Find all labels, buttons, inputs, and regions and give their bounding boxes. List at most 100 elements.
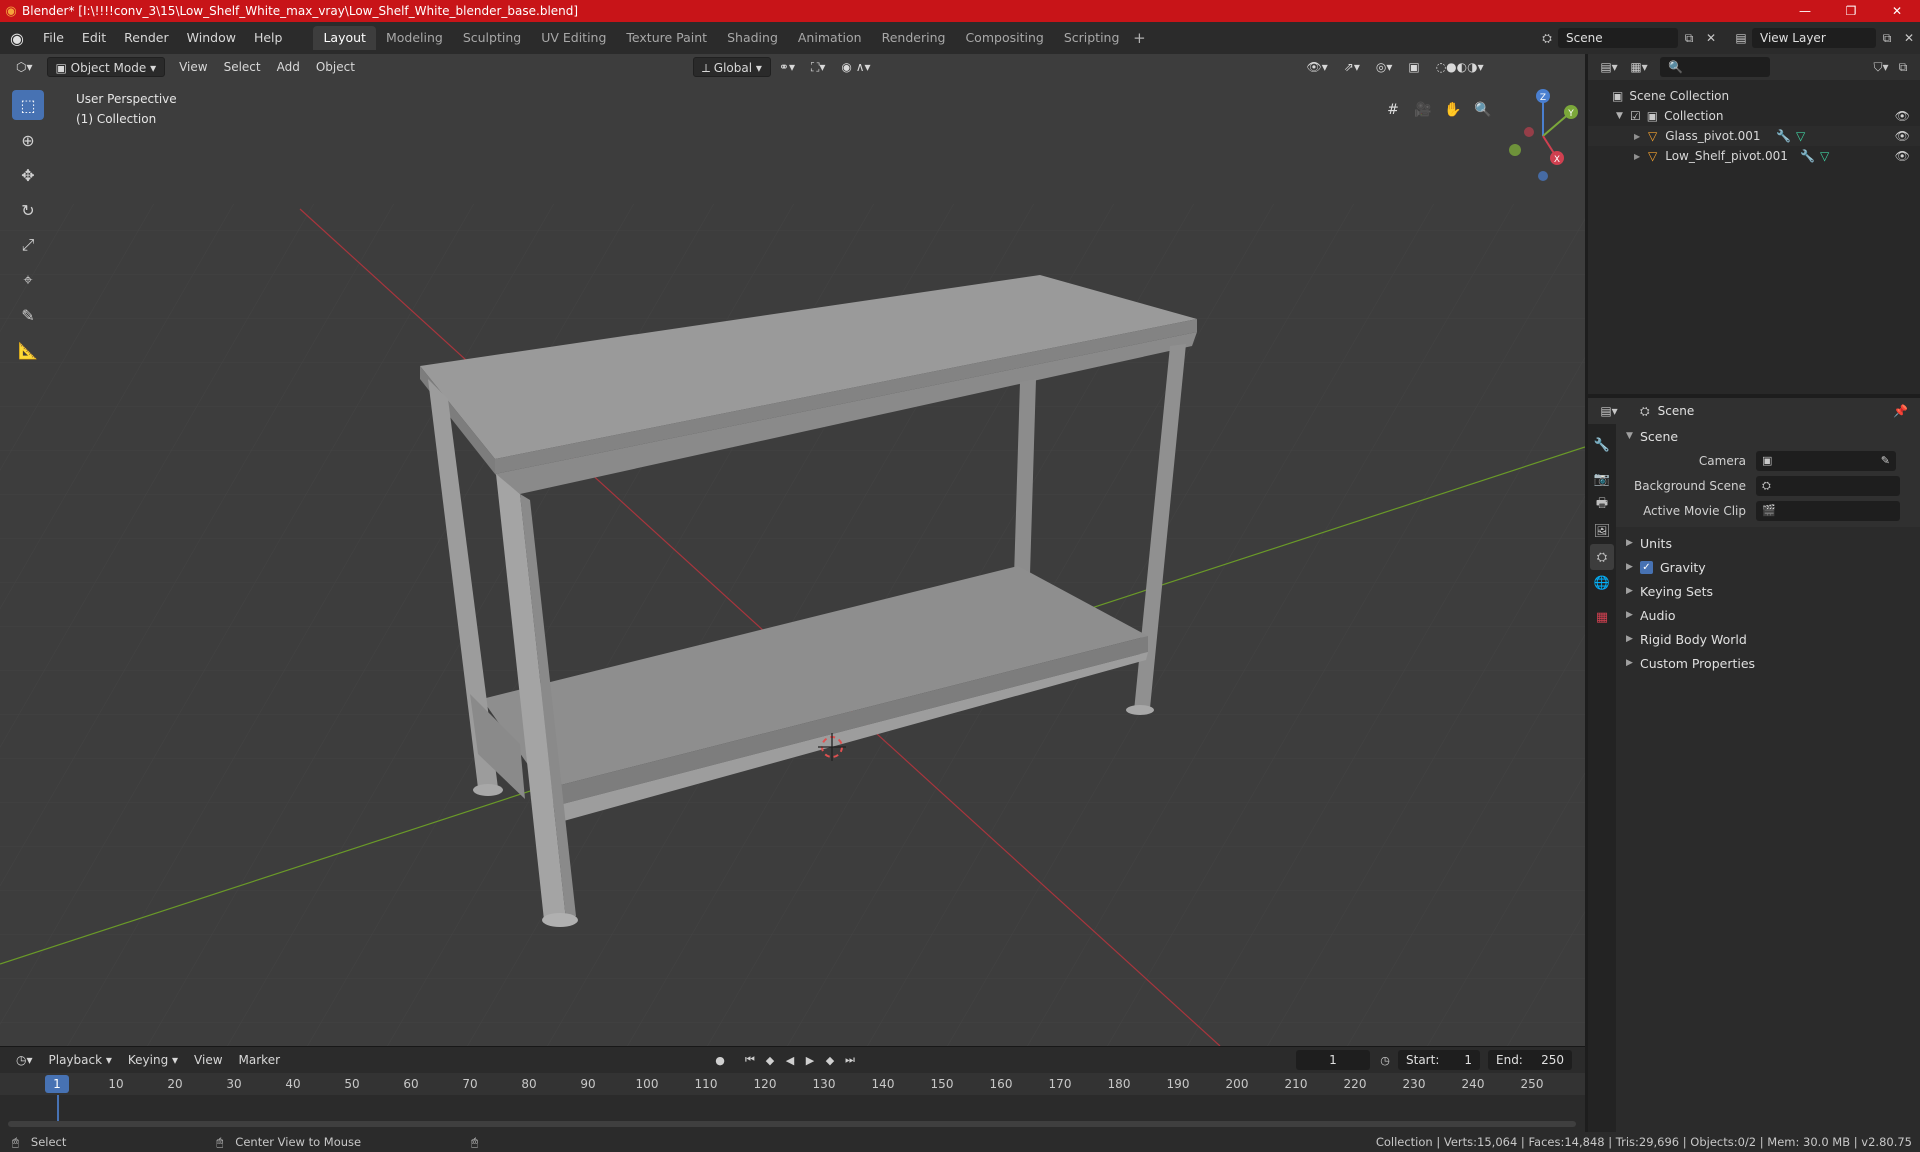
pin-icon[interactable]: 📌: [1893, 404, 1908, 418]
outliner-object-row[interactable]: ▶ ▽ Glass_pivot.001 🔧 ▽ 👁: [1588, 126, 1920, 146]
axis-gizmo[interactable]: Z Y X: [1503, 86, 1585, 186]
display-mode-icon[interactable]: ▦▾: [1628, 57, 1650, 77]
scene-collection-row[interactable]: ▣ Scene Collection: [1588, 86, 1920, 106]
record-icon[interactable]: ●: [710, 1050, 730, 1070]
collection-row[interactable]: ▼ ☑ ▣ Collection 👁: [1588, 106, 1920, 126]
zoom-view-icon[interactable]: 🔍: [1469, 96, 1497, 124]
outliner-search-input[interactable]: 🔍: [1660, 57, 1770, 77]
tab-shading[interactable]: Shading: [717, 26, 788, 50]
scene-tab-icon[interactable]: ⛭: [1590, 544, 1614, 570]
current-frame-marker[interactable]: 1: [45, 1075, 69, 1093]
properties-editor-type-icon[interactable]: ▤▾: [1598, 401, 1620, 421]
gizmo-toggle-icon[interactable]: ⇗▾: [1336, 57, 1368, 77]
world-tab-icon[interactable]: 🌐: [1590, 570, 1614, 596]
object-expand-icon[interactable]: ▶: [1634, 132, 1648, 141]
scene-panel-header[interactable]: ▼ Scene: [1616, 424, 1920, 448]
minimize-button[interactable]: —: [1782, 0, 1828, 22]
modifier-wrench-icon[interactable]: 🔧: [1776, 129, 1791, 143]
toggle-camera-grid-icon[interactable]: #: [1379, 96, 1407, 124]
menu-keying[interactable]: Keying ▾: [120, 1050, 186, 1070]
tab-modeling[interactable]: Modeling: [376, 26, 453, 50]
end-frame-field[interactable]: End: 250: [1488, 1050, 1572, 1070]
jump-keyframe-back-icon[interactable]: ◆: [760, 1050, 780, 1070]
timeline-track[interactable]: [0, 1095, 1585, 1133]
menu-file[interactable]: File: [34, 27, 73, 49]
play-icon[interactable]: ▶: [800, 1050, 820, 1070]
output-tab-icon[interactable]: 🖶: [1590, 492, 1614, 518]
tab-layout[interactable]: Layout: [313, 26, 376, 50]
background-scene-field[interactable]: ⛭: [1756, 475, 1900, 496]
visibility-icon[interactable]: 👁▾: [1299, 57, 1336, 77]
annotate-tool-icon[interactable]: ✎: [12, 300, 44, 330]
xray-toggle-icon[interactable]: ▣: [1400, 57, 1427, 77]
outliner-editor-type-icon[interactable]: ▤▾: [1598, 57, 1620, 77]
snap-icon[interactable]: ⛶▾: [803, 57, 833, 77]
maximize-button[interactable]: ❐: [1828, 0, 1874, 22]
menu-help[interactable]: Help: [245, 27, 292, 49]
tab-texture-paint[interactable]: Texture Paint: [616, 26, 717, 50]
audio-panel-header[interactable]: ▶ Audio: [1616, 603, 1920, 627]
menu-window[interactable]: Window: [178, 27, 245, 49]
menu-playback[interactable]: Playback ▾: [41, 1050, 120, 1070]
scene-browse-icon[interactable]: ⛭: [1536, 28, 1558, 48]
object-visibility-eye-icon[interactable]: 👁: [1895, 149, 1910, 163]
view-layer-tab-icon[interactable]: 🖼: [1590, 518, 1614, 544]
editor-type-icon[interactable]: ⬡▾: [8, 57, 41, 77]
custom-properties-panel-header[interactable]: ▶ Custom Properties: [1616, 651, 1920, 675]
frame-ruler[interactable]: 1 10 20 30 40 50 60 70 80 90 100 110 120 130 140 150 160…: [0, 1073, 1585, 1095]
measure-tool-icon[interactable]: 📐: [12, 335, 44, 365]
viewport-scene[interactable]: [0, 54, 1585, 1046]
collection-visibility-eye-icon[interactable]: 👁: [1895, 109, 1910, 123]
active-movie-clip-field[interactable]: 🎬: [1756, 500, 1900, 521]
play-reverse-icon[interactable]: ◀: [780, 1050, 800, 1070]
close-button[interactable]: ✕: [1874, 0, 1920, 22]
tab-sculpting[interactable]: Sculpting: [453, 26, 531, 50]
jump-end-icon[interactable]: ⏭: [840, 1050, 860, 1070]
overlay-toggle-icon[interactable]: ◎▾: [1368, 57, 1401, 77]
new-collection-icon[interactable]: ⧉: [1892, 57, 1914, 77]
jump-keyframe-forward-icon[interactable]: ◆: [820, 1050, 840, 1070]
collection-expand-icon[interactable]: ▼: [1616, 111, 1630, 121]
menu-edit[interactable]: Edit: [73, 27, 115, 49]
cursor-tool-icon[interactable]: ⊕: [12, 125, 44, 155]
render-tab-icon[interactable]: 📷: [1590, 466, 1614, 492]
tab-animation[interactable]: Animation: [788, 26, 872, 50]
menu-add[interactable]: Add: [269, 57, 308, 77]
modifier-wrench-icon[interactable]: 🔧: [1800, 149, 1815, 163]
object-visibility-eye-icon[interactable]: 👁: [1895, 129, 1910, 143]
filter-icon[interactable]: ⛉▾: [1870, 57, 1892, 77]
object-mode-dropdown[interactable]: ▣ Object Mode ▾: [46, 57, 166, 77]
current-frame-field[interactable]: 1: [1296, 1050, 1370, 1070]
new-view-layer-icon[interactable]: ⧉: [1876, 28, 1898, 48]
object-expand-icon[interactable]: ▶: [1634, 152, 1648, 161]
gravity-panel-header[interactable]: ▶ ✓ Gravity: [1616, 555, 1920, 579]
timeline-editor-type-icon[interactable]: ◷▾: [8, 1050, 41, 1070]
tab-scripting[interactable]: Scripting: [1054, 26, 1130, 50]
menu-render[interactable]: Render: [115, 27, 178, 49]
collection-checkbox-icon[interactable]: ☑: [1630, 109, 1641, 123]
tab-rendering[interactable]: Rendering: [872, 26, 956, 50]
proportional-edit-icon[interactable]: ◉ ∧▾: [833, 57, 878, 77]
texture-tab-icon[interactable]: ▦: [1590, 604, 1614, 630]
keying-sets-panel-header[interactable]: ▶ Keying Sets: [1616, 579, 1920, 603]
new-scene-icon[interactable]: ⧉: [1678, 28, 1700, 48]
view-layer-browse-icon[interactable]: ▤: [1730, 28, 1752, 48]
outliner-object-row[interactable]: ▶ ▽ Low_Shelf_pivot.001 🔧 ▽ 👁: [1588, 146, 1920, 166]
scene-name-field[interactable]: Scene: [1558, 28, 1678, 48]
gravity-checkbox[interactable]: ✓: [1640, 560, 1653, 574]
menu-view[interactable]: View: [171, 57, 215, 77]
jump-start-icon[interactable]: ⏮: [740, 1050, 760, 1070]
3d-viewport[interactable]: ⬡▾ ▣ Object Mode ▾ View Select Add Objec…: [0, 54, 1585, 1046]
menu-select[interactable]: Select: [216, 57, 269, 77]
blender-menu-icon[interactable]: ◉: [0, 22, 34, 54]
tab-uv-editing[interactable]: UV Editing: [531, 26, 616, 50]
timeline-scrollbar[interactable]: [8, 1121, 1576, 1127]
shading-modes-icon[interactable]: ◌●◐◑▾: [1428, 57, 1492, 77]
camera-view-icon[interactable]: 🎥: [1409, 96, 1437, 124]
camera-field[interactable]: ▣ ✎: [1756, 450, 1896, 471]
tool-tab-icon[interactable]: 🔧: [1590, 432, 1614, 458]
rigid-body-world-panel-header[interactable]: ▶ Rigid Body World: [1616, 627, 1920, 651]
start-frame-field[interactable]: Start: 1: [1398, 1050, 1480, 1070]
select-box-tool-icon[interactable]: ⬚: [12, 90, 44, 120]
delete-view-layer-icon[interactable]: ✕: [1898, 28, 1920, 48]
